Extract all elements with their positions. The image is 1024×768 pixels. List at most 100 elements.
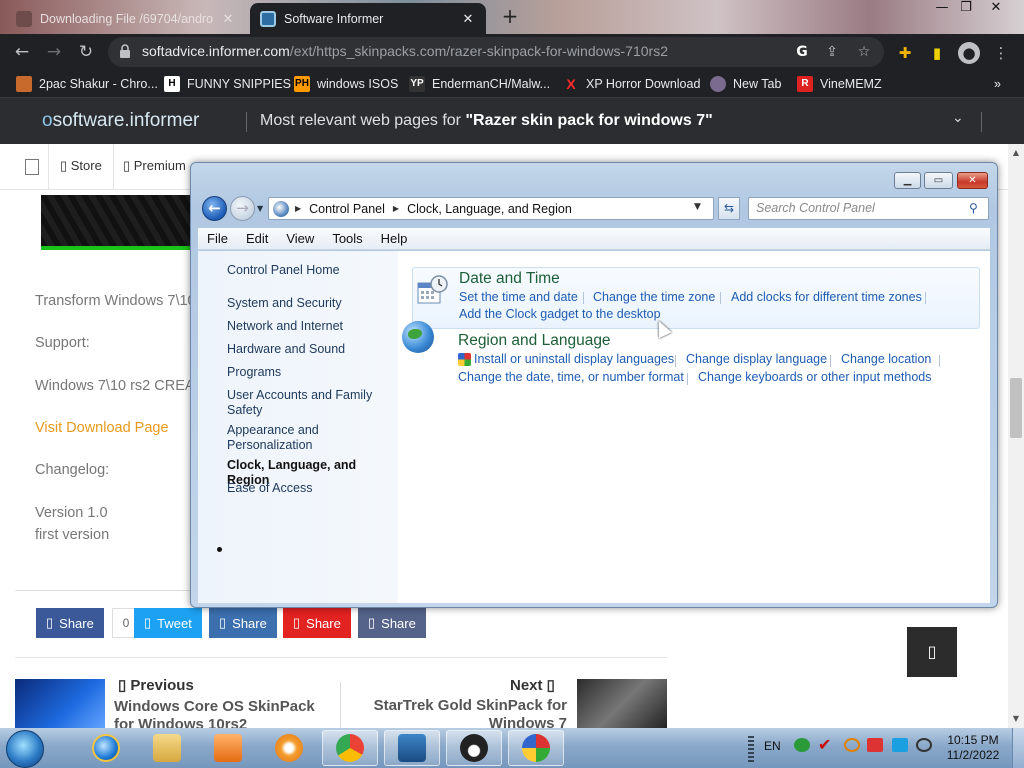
previous-post-title[interactable]: Windows Core OS SkinPack for Windows 10r… <box>114 698 334 728</box>
menu-tools[interactable]: Tools <box>323 231 371 246</box>
restore-icon[interactable]: ❐ <box>952 0 980 20</box>
change-location-link[interactable]: Change location <box>841 352 931 366</box>
next-post-title[interactable]: StarTrek Gold SkinPack for Windows 7 <box>352 697 567 728</box>
search-tray-icon[interactable] <box>844 738 860 752</box>
pinterest-share-button[interactable]: ▯ Share <box>283 608 351 638</box>
taskbar-uc-browser[interactable] <box>261 730 317 766</box>
menu-file[interactable]: File <box>198 231 237 246</box>
bookmark-xp-horror[interactable]: X XP Horror Download <box>563 75 700 93</box>
back-arrow-icon[interactable]: ← <box>202 196 227 221</box>
google-lens-icon[interactable]: G <box>792 42 812 62</box>
window-close-icon[interactable]: ✕ <box>982 0 1010 20</box>
breadcrumb[interactable]: ▶ Control Panel ▶ Clock, Language, and R… <box>268 197 714 220</box>
tab-downloading-file[interactable]: Downloading File /69704/andro ✕ <box>6 3 246 34</box>
taskbar-internet-explorer[interactable] <box>78 730 134 766</box>
menu-edit[interactable]: Edit <box>237 231 277 246</box>
maximize-icon[interactable]: ▭ <box>924 172 953 189</box>
change-display-language-link[interactable]: Change display language <box>686 352 827 366</box>
taskbar-control-panel[interactable] <box>508 730 564 766</box>
facebook-share-button[interactable]: ▯ Share <box>36 608 104 638</box>
visit-download-link[interactable]: Visit Download Page <box>35 420 169 436</box>
tumblr-share-button[interactable]: ▯ Share <box>358 608 426 638</box>
share-page-icon[interactable]: ⇪ <box>822 42 842 62</box>
tab-close-icon[interactable]: ✕ <box>460 11 476 27</box>
add-clocks-link[interactable]: Add clocks for different time zones <box>731 290 922 304</box>
change-keyboards-link[interactable]: Change keyboards or other input methods <box>698 370 931 384</box>
start-orb-icon[interactable] <box>6 730 44 768</box>
install-languages-link[interactable]: Install or uninstall display languages <box>458 352 674 366</box>
search-icon[interactable]: ⚲ <box>969 201 978 215</box>
antivirus-check-icon[interactable]: ✔ <box>818 737 834 753</box>
new-tab-button[interactable]: + <box>498 5 522 29</box>
previous-post-thumbnail[interactable] <box>15 679 105 729</box>
region-and-language-title[interactable]: Region and Language <box>458 332 611 350</box>
bookmarks-overflow-button[interactable]: » <box>994 75 1001 93</box>
menu-view[interactable]: View <box>277 231 323 246</box>
tab-close-icon[interactable]: ✕ <box>220 11 236 27</box>
bookmark-star-icon[interactable]: ☆ <box>854 42 874 62</box>
taskbar-penguin-app[interactable] <box>446 730 502 766</box>
change-date-format-link[interactable]: Change the date, time, or number format <box>458 370 684 384</box>
recent-pages-chevron-icon[interactable]: ▼ <box>257 204 263 213</box>
input-language-indicator[interactable]: EN <box>764 739 781 753</box>
chrome-menu-icon[interactable]: ⋮ <box>990 42 1012 64</box>
scrollbar-thumb[interactable] <box>1010 378 1022 438</box>
nav-ease-of-access[interactable]: Ease of Access <box>227 481 312 496</box>
tweet-button[interactable]: ▯ Tweet <box>134 608 202 638</box>
site-logo[interactable]: osoftware.informer <box>42 110 199 132</box>
add-clock-gadget-link[interactable]: Add the Clock gadget to the desktop <box>459 307 661 321</box>
system-clock[interactable]: 10:15 PM 11/2/2022 <box>938 733 1008 763</box>
scroll-top-button[interactable]: ▯ <box>907 627 957 677</box>
date-and-time-title[interactable]: Date and Time <box>459 270 560 288</box>
bookmark-windows-isos[interactable]: PH windows ISOS <box>294 75 398 93</box>
extensions-puzzle-icon[interactable]: ✚ <box>894 42 916 64</box>
scroll-down-icon[interactable]: ▼ <box>1010 714 1022 724</box>
close-icon[interactable]: ✕ <box>957 172 988 189</box>
taskbar-media-player[interactable] <box>200 730 256 766</box>
nav-square-icon[interactable] <box>25 159 39 175</box>
next-post-thumbnail[interactable] <box>577 679 667 729</box>
bookmark-funny-snippies[interactable]: H FUNNY SNIPPIES <box>164 75 291 93</box>
nav-hardware-and-sound[interactable]: Hardware and Sound <box>227 342 345 357</box>
tab-software-informer[interactable]: Software Informer ✕ <box>250 3 486 34</box>
breadcrumb-control-panel[interactable]: Control Panel <box>309 202 385 216</box>
nav-appearance[interactable]: Appearance and Personalization <box>227 423 357 453</box>
change-time-zone-link[interactable]: Change the time zone <box>593 290 715 304</box>
volume-icon[interactable] <box>916 738 932 752</box>
profile-avatar-icon[interactable]: ● <box>958 42 980 64</box>
address-bar[interactable]: softadvice.informer.com/ext/https_skinpa… <box>108 37 884 67</box>
taskbar-chrome[interactable] <box>322 730 378 766</box>
taskbar-explorer[interactable] <box>139 730 195 766</box>
action-center-flag-icon[interactable] <box>867 738 883 752</box>
bookmark-new-tab[interactable]: New Tab <box>710 75 781 93</box>
next-post-label[interactable]: Next ▯ <box>510 676 555 694</box>
nav-programs[interactable]: Programs <box>227 365 281 380</box>
chevron-down-icon[interactable]: ▼ <box>694 202 701 212</box>
breadcrumb-clock-language-region[interactable]: Clock, Language, and Region <box>407 202 572 216</box>
linkedin-share-button[interactable]: ▯ Share <box>209 608 277 638</box>
nav-item-premium[interactable]: ▯ Premium <box>123 158 186 174</box>
previous-post-label[interactable]: ▯ Previous <box>118 676 194 694</box>
nav-item-store[interactable]: ▯ Store <box>60 158 102 174</box>
reload-icon[interactable]: ↻ <box>74 40 98 64</box>
scroll-up-icon[interactable]: ▲ <box>1010 148 1022 158</box>
control-panel-home-link[interactable]: Control Panel Home <box>227 263 340 278</box>
set-time-date-link[interactable]: Set the time and date <box>459 290 578 304</box>
forward-arrow-icon[interactable]: → <box>230 196 255 221</box>
bookmark-vinememz[interactable]: R VineMEMZ <box>797 75 882 93</box>
network-globe-icon[interactable] <box>794 738 810 752</box>
nav-system-and-security[interactable]: System and Security <box>227 296 342 311</box>
forward-arrow-icon[interactable]: → <box>42 40 66 64</box>
bookmark-2pac[interactable]: 2pac Shakur - Chro... <box>16 75 158 93</box>
refresh-icon[interactable]: ⇆ <box>718 197 740 220</box>
show-desktop-button[interactable] <box>1012 728 1024 768</box>
chevron-down-icon[interactable]: ⌄ <box>952 110 964 126</box>
display-icon[interactable] <box>892 738 908 752</box>
minimize-icon[interactable]: ▁ <box>894 172 921 189</box>
search-input[interactable]: Search Control Panel <box>748 197 989 220</box>
nav-network-and-internet[interactable]: Network and Internet <box>227 319 343 334</box>
nav-user-accounts[interactable]: User Accounts and Family Safety <box>227 388 387 418</box>
menu-help[interactable]: Help <box>372 231 417 246</box>
taskbar-virtualbox[interactable] <box>384 730 440 766</box>
side-panel-icon[interactable]: ▮ <box>926 42 948 64</box>
